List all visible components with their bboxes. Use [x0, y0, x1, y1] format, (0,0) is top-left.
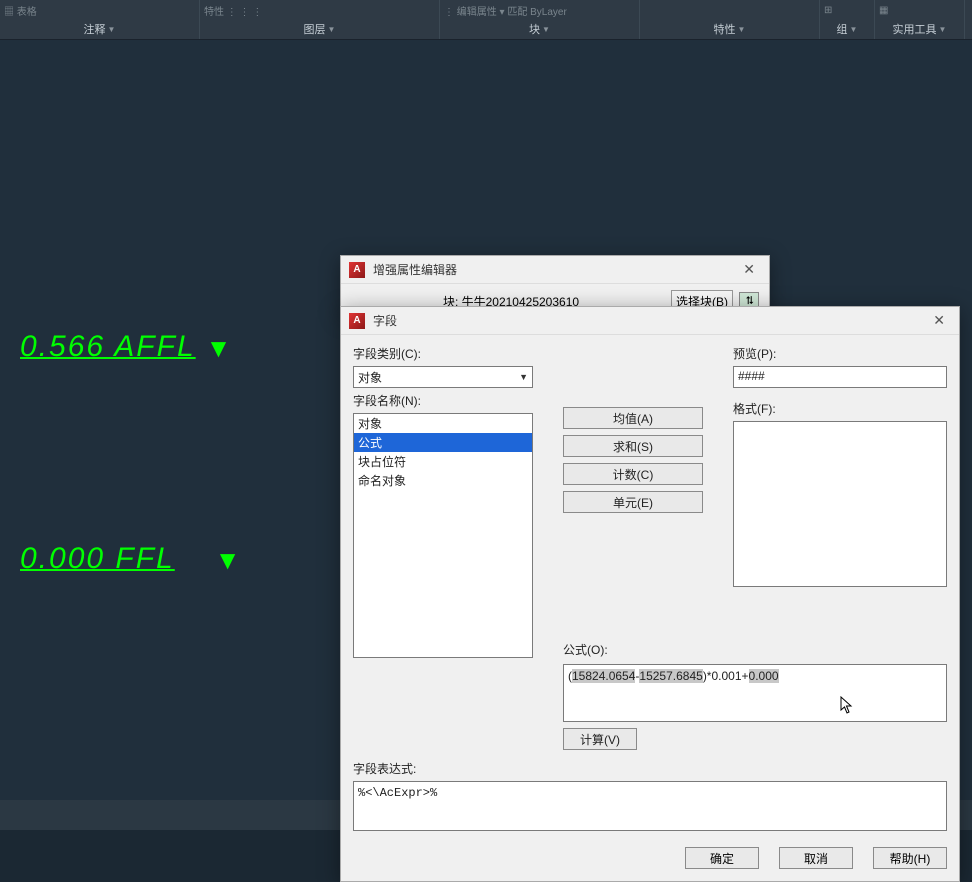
field-category-label: 字段类别(C): — [353, 345, 533, 362]
left-column: 字段类别(C): 对象 ▼ 字段名称(N): 对象 公式 块占位符 命名对象 — [353, 345, 533, 658]
list-item[interactable]: 块占位符 — [354, 452, 532, 471]
list-item[interactable]: 公式 — [354, 433, 532, 452]
close-icon[interactable]: ✕ — [927, 312, 951, 329]
ok-button[interactable]: 确定 — [685, 847, 759, 869]
list-item[interactable]: 对象 — [354, 414, 532, 433]
average-button[interactable]: 均值(A) — [563, 407, 703, 429]
ribbon-icons: ⋮ 编辑属性 ▾ 匹配 ByLayer — [444, 2, 635, 18]
ribbon-panel-layer[interactable]: 特性 ⋮ ⋮ ⋮ 图层▼ — [200, 0, 440, 39]
close-icon[interactable]: ✕ — [737, 261, 761, 278]
preview-field: #### — [733, 366, 947, 388]
dialog-title: 字段 — [373, 312, 927, 329]
app-icon: A — [349, 262, 365, 278]
chevron-down-icon: ▼ — [738, 25, 746, 34]
level-marker-icon: ▼ — [206, 333, 234, 364]
formula-input[interactable]: (15824.0654-15257.6845)*0.001+0.000 — [563, 664, 947, 722]
count-button[interactable]: 计数(C) — [563, 463, 703, 485]
field-expr-output: %<\AcExpr>% — [353, 781, 947, 831]
field-dialog: A 字段 ✕ 字段类别(C): 对象 ▼ 字段名称(N): 对象 公式 块占位符… — [340, 306, 960, 882]
format-label: 格式(F): — [733, 400, 947, 417]
chevron-down-icon: ▼ — [939, 25, 947, 34]
field-category-dropdown[interactable]: 对象 ▼ — [353, 366, 533, 388]
ribbon-icons: ⊞ — [824, 2, 870, 18]
chevron-down-icon: ▼ — [108, 25, 116, 34]
ribbon-label: 图层 — [304, 21, 326, 37]
ribbon-label: 特性 — [714, 21, 736, 37]
dialog-title-bar[interactable]: A 字段 ✕ — [341, 307, 959, 335]
dialog-button-row: 确定 取消 帮助(H) — [341, 837, 959, 881]
chevron-down-icon: ▼ — [542, 25, 550, 34]
formula-label: 公式(O): — [563, 641, 703, 658]
ribbon-panel-block[interactable]: ⋮ 编辑属性 ▾ 匹配 ByLayer 块▼ — [440, 0, 640, 39]
chevron-down-icon: ▼ — [328, 25, 336, 34]
ribbon-panel-annotation[interactable]: ▦ 表格 注释▼ — [0, 0, 200, 39]
mid-column: 均值(A) 求和(S) 计数(C) 单元(E) 公式(O): — [563, 345, 703, 658]
cad-text-ffl: 0.000 FFL ▼ — [20, 542, 242, 578]
cad-text-value: 0.000 FFL — [20, 542, 175, 575]
ribbon-panel-utility[interactable]: ▦ 实用工具▼ — [875, 0, 965, 39]
help-button[interactable]: 帮助(H) — [873, 847, 947, 869]
cad-text-affl: 0.566 AFFL ▼ — [20, 330, 233, 366]
ribbon-label: 实用工具 — [893, 21, 937, 37]
cancel-button[interactable]: 取消 — [779, 847, 853, 869]
dialog-body: 字段类别(C): 对象 ▼ 字段名称(N): 对象 公式 块占位符 命名对象 均… — [341, 335, 959, 837]
ribbon-icons: ▦ — [879, 2, 960, 18]
ribbon-icons — [644, 2, 815, 18]
calculate-button[interactable]: 计算(V) — [563, 728, 637, 750]
chevron-down-icon: ▼ — [519, 372, 528, 382]
ribbon-panel-group[interactable]: ⊞ 组▼ — [820, 0, 875, 39]
ribbon-label: 块 — [529, 21, 540, 37]
app-icon: A — [349, 313, 365, 329]
field-expr-label: 字段表达式: — [353, 760, 947, 777]
field-name-label: 字段名称(N): — [353, 392, 533, 409]
list-item[interactable]: 命名对象 — [354, 471, 532, 490]
dropdown-value: 对象 — [358, 369, 382, 386]
sum-button[interactable]: 求和(S) — [563, 435, 703, 457]
ribbon: ▦ 表格 注释▼ 特性 ⋮ ⋮ ⋮ 图层▼ ⋮ 编辑属性 ▾ 匹配 ByLaye… — [0, 0, 972, 40]
right-column: 预览(P): #### 格式(F): — [733, 345, 947, 658]
ribbon-icons: ▦ 表格 — [4, 2, 195, 18]
preview-label: 预览(P): — [733, 345, 947, 362]
ribbon-label: 组 — [837, 21, 848, 37]
field-name-listbox[interactable]: 对象 公式 块占位符 命名对象 — [353, 413, 533, 658]
ribbon-panel-properties[interactable]: 特性▼ — [640, 0, 820, 39]
dialog-title: 增强属性编辑器 — [373, 261, 737, 278]
format-listbox[interactable] — [733, 421, 947, 587]
chevron-down-icon: ▼ — [850, 25, 858, 34]
cell-button[interactable]: 单元(E) — [563, 491, 703, 513]
level-marker-icon: ▼ — [215, 545, 243, 576]
cad-text-value: 0.566 AFFL — [20, 330, 196, 363]
dialog-title-bar: A 增强属性编辑器 ✕ — [341, 256, 769, 284]
ribbon-icons: 特性 ⋮ ⋮ ⋮ — [204, 2, 435, 18]
ribbon-label: 注释 — [84, 21, 106, 37]
